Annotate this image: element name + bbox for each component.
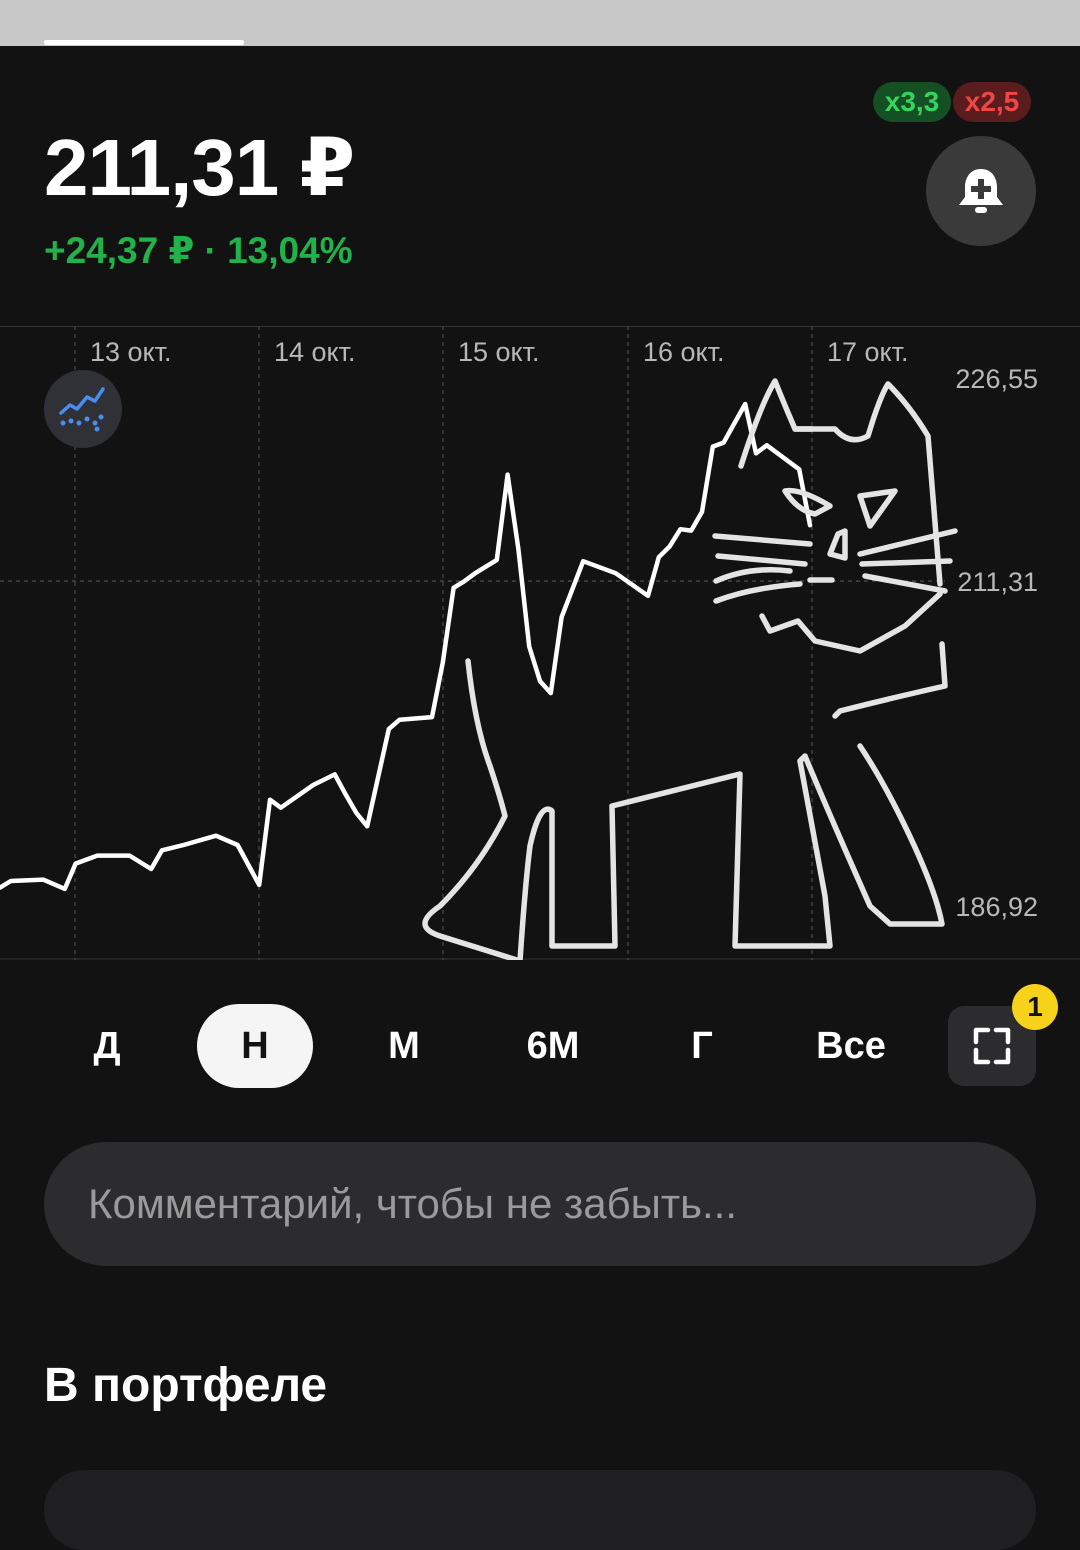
y-tick-label: 211,31 [957, 567, 1038, 597]
price-change: +24,37 ₽ · 13,04% [44, 232, 353, 269]
trend-analysis-icon [57, 383, 109, 435]
cat-doodle-stroke [716, 584, 800, 601]
x-tick-label: 17 окт. [827, 337, 909, 367]
price-line-series [0, 404, 810, 889]
cat-doodle-stroke [762, 594, 940, 651]
x-tick-label: 13 окт. [90, 337, 172, 367]
sell-multiplier-badge: x2,5 [953, 82, 1031, 122]
bell-plus-icon [951, 161, 1011, 221]
cat-doodle-stroke [715, 536, 810, 544]
cat-doodle-stroke [830, 531, 845, 558]
cat-doodle-stroke [860, 531, 955, 554]
portfolio-card [44, 1470, 1036, 1550]
cat-doodle-stroke [718, 556, 805, 564]
cat-doodle-stroke [741, 381, 940, 584]
active-tab-indicator [44, 40, 244, 45]
cat-doodle-stroke [865, 576, 945, 591]
trend-analysis-button[interactable] [44, 370, 122, 448]
period-year[interactable]: Г [652, 1004, 752, 1088]
period-selector: Д Н М 6М Г Все [0, 1004, 1080, 1088]
period-6-months[interactable]: 6М [498, 1004, 608, 1088]
cat-doodle-stroke [835, 644, 945, 716]
y-tick-label: 226,55 [955, 364, 1038, 394]
cat-doodle-stroke [862, 561, 950, 564]
portfolio-section-title: В портфеле [44, 1362, 327, 1410]
y-tick-label: 186,92 [955, 892, 1038, 922]
cat-doodle-stroke [716, 570, 790, 581]
period-all[interactable]: Все [795, 1004, 907, 1088]
x-tick-label: 16 окт. [643, 337, 725, 367]
x-tick-label: 15 окт. [458, 337, 540, 367]
period-week[interactable]: Н [197, 1004, 313, 1088]
period-day[interactable]: Д [57, 1004, 157, 1088]
comment-input[interactable] [44, 1142, 1036, 1266]
fullscreen-icon [972, 1026, 1012, 1066]
period-month[interactable]: М [354, 1004, 454, 1088]
cat-doodle-stroke [860, 491, 895, 526]
x-tick-label: 14 окт. [274, 337, 356, 367]
current-price: 211,31 ₽ [44, 128, 354, 208]
price-chart[interactable]: 13 окт. 14 окт. 15 окт. 16 окт. 17 окт. 226,5… [0, 326, 1080, 960]
price-alert-button[interactable] [926, 136, 1036, 246]
notification-count-badge: 1 [1012, 984, 1058, 1030]
buy-multiplier-badge: x3,3 [873, 82, 951, 122]
